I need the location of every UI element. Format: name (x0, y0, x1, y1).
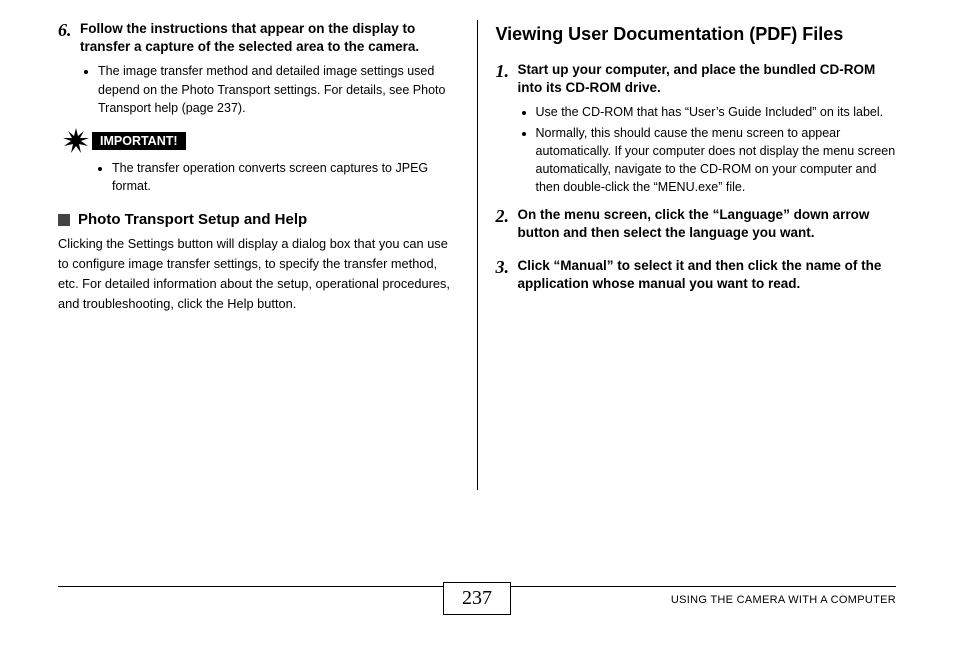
step-number: 2. (496, 206, 510, 226)
right-column: Viewing User Documentation (PDF) Files 1… (478, 20, 897, 490)
step-number: 1. (496, 61, 510, 81)
step-text: On the menu screen, click the “Language”… (518, 207, 870, 240)
step-6: 6. Follow the instructions that appear o… (58, 20, 459, 56)
subheading: Photo Transport Setup and Help (78, 211, 307, 228)
bullet-item: Normally, this should cause the menu scr… (536, 124, 897, 197)
bullet-item: The image transfer method and detailed i… (98, 62, 459, 116)
step-text: Follow the instructions that appear on t… (80, 21, 419, 54)
important-label: IMPORTANT! (92, 132, 186, 150)
step-2: 2. On the menu screen, click the “Langua… (496, 206, 897, 242)
square-icon (58, 214, 70, 226)
subheading-row: Photo Transport Setup and Help (58, 211, 459, 228)
left-column: 6. Follow the instructions that appear o… (58, 20, 477, 490)
step-number: 3. (496, 257, 510, 277)
step-1: 1. Start up your computer, and place the… (496, 61, 897, 97)
important-bullets: The transfer operation converts screen c… (94, 159, 459, 195)
step-text: Click “Manual” to select it and then cli… (518, 258, 882, 291)
step-3: 3. Click “Manual” to select it and then … (496, 257, 897, 293)
chapter-label: USING THE CAMERA WITH A COMPUTER (671, 594, 896, 606)
body-paragraph: Clicking the Settings button will displa… (58, 234, 459, 313)
bullet-item: Use the CD-ROM that has “User’s Guide In… (536, 103, 897, 121)
page-content: 6. Follow the instructions that appear o… (0, 0, 954, 560)
important-header: IMPORTANT! (62, 127, 459, 155)
step-number: 6. (58, 20, 72, 40)
bullet-item: The transfer operation converts screen c… (112, 159, 459, 195)
section-heading: Viewing User Documentation (PDF) Files (496, 24, 897, 45)
page-number: 237 (443, 582, 511, 615)
step-text: Start up your computer, and place the bu… (518, 62, 876, 95)
step-6-bullets: The image transfer method and detailed i… (80, 62, 459, 116)
burst-icon (62, 127, 90, 155)
page-footer: 237 USING THE CAMERA WITH A COMPUTER (58, 586, 896, 626)
step-1-bullets: Use the CD-ROM that has “User’s Guide In… (518, 103, 897, 196)
